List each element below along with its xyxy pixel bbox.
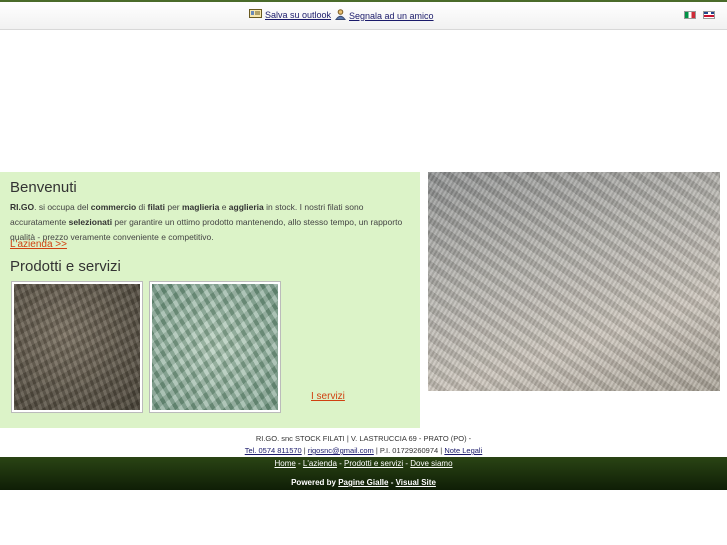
powered-label: Powered by [291, 478, 339, 487]
welcome-keyword: agglieria [228, 202, 264, 212]
company-info: RI.GO. snc STOCK FILATI | V. LASTRUCCIA … [0, 433, 727, 457]
vat-number: | P.I. 01729260974 | [373, 446, 445, 455]
user-icon [335, 9, 346, 22]
welcome-text-fragment: di [136, 202, 148, 212]
english-flag-icon[interactable] [703, 11, 715, 19]
powered-by: Powered by Pagine Gialle - Visual Site [0, 478, 727, 487]
welcome-text-fragment: per [164, 202, 182, 212]
welcome-keyword: commercio [90, 202, 137, 212]
top-toolbar: Salva su outlook Segnala ad un amico [0, 2, 727, 30]
phone-link[interactable]: Tel. 0574 811570 [245, 446, 302, 455]
powered-separator: - [388, 478, 396, 487]
brown-yarn-image [14, 284, 140, 410]
visual-site-link[interactable]: Visual Site [396, 478, 436, 487]
italian-flag-icon[interactable] [684, 11, 696, 19]
save-outlook-link[interactable]: Salva su outlook [249, 9, 331, 20]
welcome-text-fragment: . si occupa del [34, 202, 91, 212]
nav-separator: - [336, 459, 345, 468]
footer-nav-azienda[interactable]: L'azienda [303, 459, 337, 468]
tell-friend-label: Segnala ad un amico [349, 10, 434, 21]
wool-knit-image [428, 172, 720, 391]
azienda-link[interactable]: L'azienda >> [10, 239, 67, 250]
legal-notes-link[interactable]: Note Legali [444, 446, 482, 455]
welcome-text-fragment: e [219, 202, 229, 212]
vcard-icon [249, 9, 262, 20]
welcome-keyword: RI.GO [10, 202, 35, 212]
footer-nav-location[interactable]: Dove siamo [410, 459, 452, 468]
save-outlook-label: Salva su outlook [265, 9, 332, 20]
footer-nav-home[interactable]: Home [274, 459, 295, 468]
green-yarn-image [152, 284, 278, 410]
welcome-keyword: selezionati [68, 217, 113, 227]
servizi-link[interactable]: I servizi [311, 391, 345, 402]
knitting-photo [428, 172, 720, 391]
welcome-description: RI.GO. si occupa del commercio di filati… [10, 200, 410, 245]
tell-friend-link[interactable]: Segnala ad un amico [335, 9, 434, 22]
footer-navigation: Home - L'azienda - Prodotti e servizi - … [0, 459, 727, 468]
welcome-keyword: filati [147, 202, 165, 212]
welcome-keyword: maglieria [182, 202, 220, 212]
pagine-gialle-link[interactable]: Pagine Gialle [338, 478, 388, 487]
product-thumbnail-brown-yarn[interactable] [11, 281, 143, 413]
email-link[interactable]: rigosnc@gmail.com [308, 446, 374, 455]
company-address: RI.GO. snc STOCK FILATI | V. LASTRUCCIA … [255, 434, 472, 443]
footer-nav-products[interactable]: Prodotti e servizi [344, 459, 403, 468]
products-title: Prodotti e servizi [10, 258, 121, 275]
product-thumbnail-green-yarn[interactable] [149, 281, 281, 413]
welcome-title: Benvenuti [10, 179, 77, 196]
contact-line: Tel. 0574 811570 | rigosnc@gmail.com | P… [0, 445, 727, 457]
nav-separator: - [295, 459, 303, 468]
